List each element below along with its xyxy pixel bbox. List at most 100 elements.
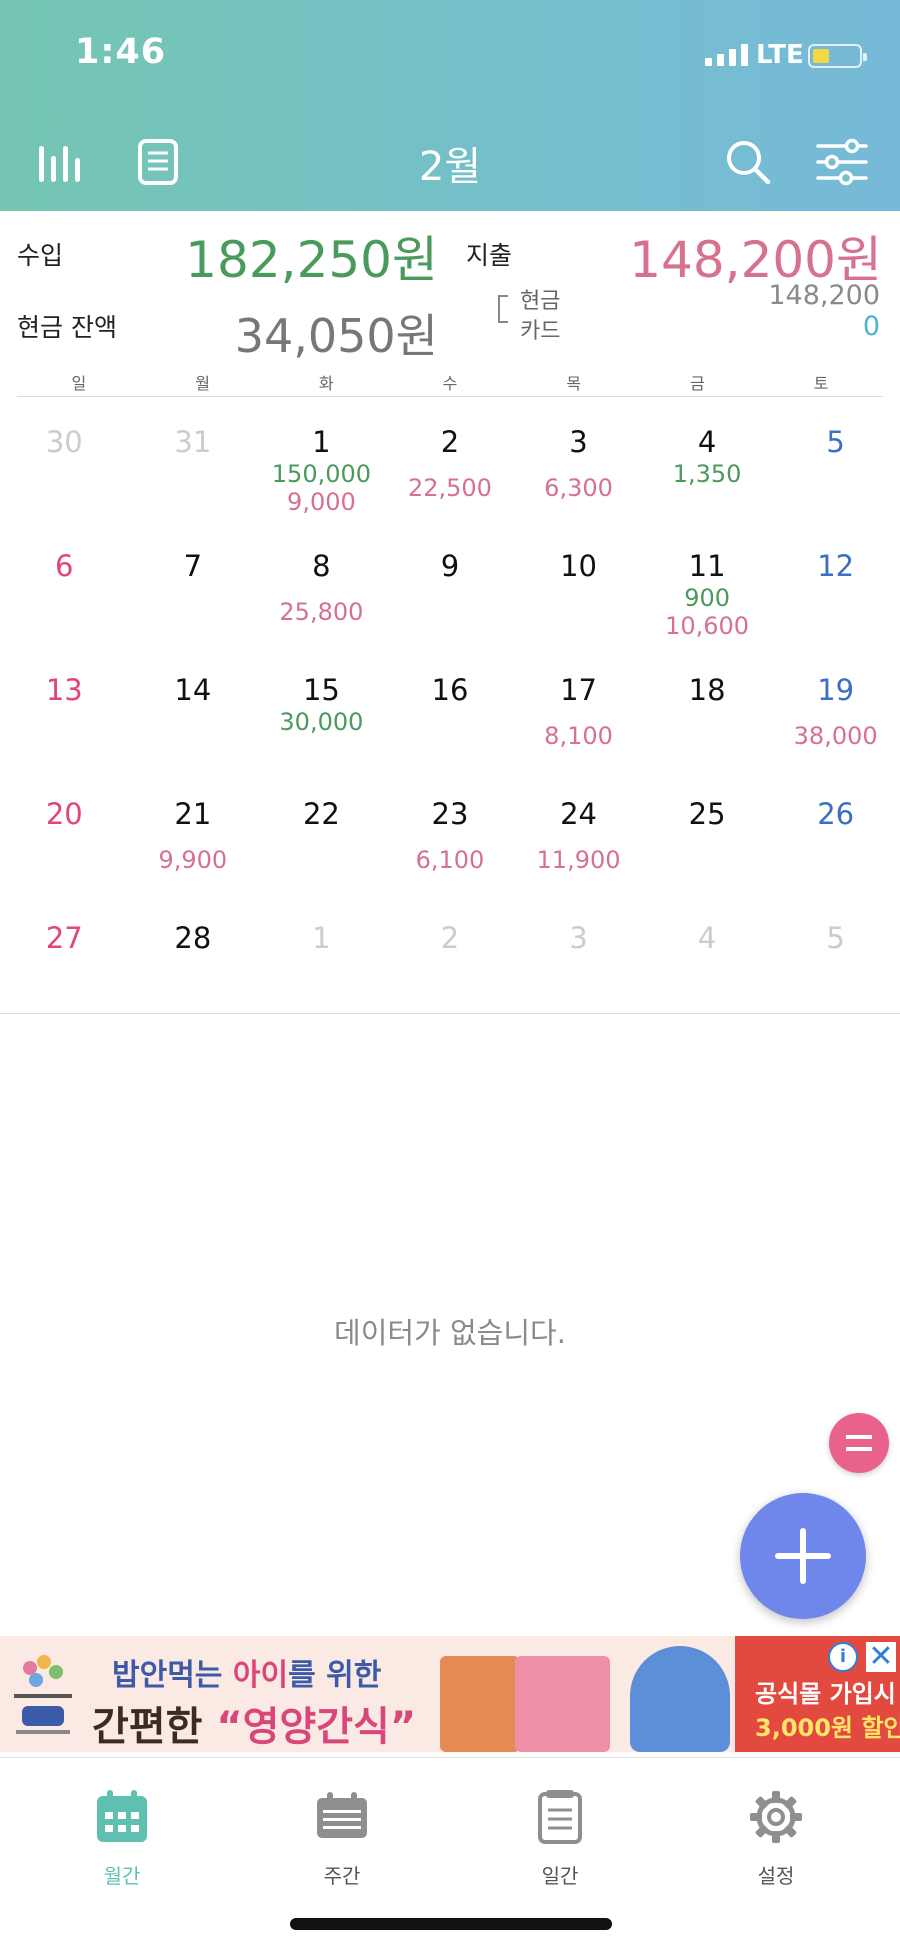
divider bbox=[17, 396, 883, 397]
day-number: 5 bbox=[826, 921, 845, 955]
calendar-day-cell[interactable]: 1 150,000 9,000 bbox=[257, 400, 386, 524]
calendar-week-row: 6 7 8 25,800 9 10 11 900 10,600 12 bbox=[0, 524, 900, 648]
day-number: 30 bbox=[45, 425, 83, 459]
calendar-day-cell[interactable]: 17 8,100 bbox=[514, 648, 643, 772]
network-label: LTE bbox=[756, 40, 804, 70]
calendar-day-cell[interactable]: 10 bbox=[514, 524, 643, 648]
day-expense: 38,000 bbox=[793, 722, 878, 750]
filter-button[interactable] bbox=[814, 134, 870, 190]
income-amount: 182,250원 bbox=[185, 231, 438, 289]
calendar-day-cell[interactable]: 7 bbox=[129, 524, 258, 648]
calendar-day-cell[interactable]: 9 bbox=[386, 524, 515, 648]
ad-banner[interactable]: 밥안먹는 아이를 위한 간편한 “영양간식” 공식몰 가입시 3,000원 할인… bbox=[0, 1636, 900, 1752]
day-number: 1 bbox=[312, 921, 331, 955]
calendar-grid: 30 31 1 150,000 9,000 2 22,500 3 6,300 4 1,350 5 6 7 8… bbox=[0, 400, 900, 1020]
equals-icon bbox=[846, 1435, 872, 1451]
brand-logo bbox=[14, 1655, 72, 1734]
tab-label: 설정 bbox=[757, 1864, 795, 1888]
day-number: 11 bbox=[688, 549, 726, 583]
tab-daily[interactable]: 일간 bbox=[500, 1788, 620, 1889]
calendar-day-cell[interactable]: 1 bbox=[257, 896, 386, 1020]
calendar-day-cell[interactable]: 18 bbox=[643, 648, 772, 772]
gear-icon bbox=[750, 1791, 802, 1843]
calendar-day-cell[interactable]: 15 30,000 bbox=[257, 648, 386, 772]
day-number: 2 bbox=[440, 921, 460, 955]
day-expense: 8,100 bbox=[544, 722, 613, 750]
calendar-day-cell[interactable]: 11 900 10,600 bbox=[643, 524, 772, 648]
day-number: 9 bbox=[440, 549, 460, 583]
calendar-day-cell[interactable]: 14 bbox=[129, 648, 258, 772]
tab-monthly[interactable]: 월간 bbox=[62, 1788, 182, 1889]
day-expense: 25,800 bbox=[279, 598, 364, 626]
character-image bbox=[630, 1646, 730, 1752]
sliders-icon bbox=[816, 138, 868, 186]
calendar-day-cell[interactable]: 25 bbox=[643, 772, 772, 896]
search-icon bbox=[727, 141, 771, 185]
cash-label: 현금 bbox=[520, 289, 561, 314]
calendar-day-cell[interactable]: 2 22,500 bbox=[386, 400, 515, 524]
battery-icon bbox=[808, 44, 867, 68]
calendar-day-cell[interactable]: 21 9,900 bbox=[129, 772, 258, 896]
card-label: 카드 bbox=[520, 319, 561, 344]
summary-toggle-button[interactable] bbox=[829, 1413, 889, 1473]
ad-text: 간편한 bbox=[92, 1704, 217, 1750]
search-button[interactable] bbox=[720, 134, 776, 190]
calendar-day-cell[interactable]: 4 bbox=[643, 896, 772, 1020]
day-number: 23 bbox=[431, 797, 469, 831]
calendar-day-cell[interactable]: 12 bbox=[771, 524, 900, 648]
day-number: 25 bbox=[688, 797, 726, 831]
empty-state-message: 데이터가 없습니다. bbox=[334, 1316, 566, 1350]
day-number: 3 bbox=[569, 921, 588, 955]
day-number: 5 bbox=[826, 425, 845, 459]
calendar-day-cell[interactable]: 16 bbox=[386, 648, 515, 772]
day-number: 27 bbox=[45, 921, 83, 955]
day-number: 19 bbox=[817, 673, 855, 707]
day-number: 10 bbox=[560, 549, 597, 583]
calendar-day-cell[interactable]: 24 11,900 bbox=[514, 772, 643, 896]
tab-weekly[interactable]: 주간 bbox=[282, 1788, 402, 1889]
divider bbox=[0, 1013, 900, 1014]
calendar-week-row: 20 21 9,900 22 23 6,100 24 11,900 25 26 bbox=[0, 772, 900, 896]
day-expense: 6,100 bbox=[415, 846, 485, 874]
calendar-day-cell[interactable]: 2 bbox=[386, 896, 515, 1020]
calendar-day-cell[interactable]: 6 bbox=[0, 524, 129, 648]
day-number: 20 bbox=[45, 797, 83, 831]
calendar-day-cell[interactable]: 19 38,000 bbox=[771, 648, 900, 772]
ad-close-icon[interactable]: ✕ bbox=[866, 1642, 896, 1672]
day-expense: 9,000 bbox=[287, 488, 356, 516]
day-income: 1,350 bbox=[672, 460, 742, 488]
calendar-day-cell[interactable]: 30 bbox=[0, 400, 129, 524]
weekday-label: 일 bbox=[71, 374, 87, 393]
calendar-day-cell[interactable]: 26 bbox=[771, 772, 900, 896]
product-image bbox=[440, 1656, 520, 1752]
calendar-week-row: 13 14 15 30,000 16 17 8,100 18 19 38,000 bbox=[0, 648, 900, 772]
calendar-day-cell[interactable]: 3 6,300 bbox=[514, 400, 643, 524]
header: 1:46 LTE 2월 bbox=[0, 0, 900, 211]
calendar-day-cell[interactable]: 28 bbox=[129, 896, 258, 1020]
calendar-day-cell[interactable]: 27 bbox=[0, 896, 129, 1020]
calendar-day-cell[interactable]: 4 1,350 bbox=[643, 400, 772, 524]
calendar-day-cell[interactable]: 20 bbox=[0, 772, 129, 896]
calendar-day-cell[interactable]: 8 25,800 bbox=[257, 524, 386, 648]
calendar-day-cell[interactable]: 22 bbox=[257, 772, 386, 896]
calendar-day-cell[interactable]: 5 bbox=[771, 896, 900, 1020]
calendar-grid-icon bbox=[97, 1790, 147, 1842]
calendar-day-cell[interactable]: 13 bbox=[0, 648, 129, 772]
cash-balance-amount: 34,050원 bbox=[234, 309, 438, 363]
day-number: 8 bbox=[312, 549, 331, 583]
day-number: 4 bbox=[697, 921, 717, 955]
tab-label: 월간 bbox=[103, 1864, 141, 1888]
income-label: 수입 bbox=[17, 241, 64, 270]
calendar-day-cell[interactable]: 23 6,100 bbox=[386, 772, 515, 896]
calendar-day-cell[interactable]: 3 bbox=[514, 896, 643, 1020]
day-number: 6 bbox=[55, 549, 74, 583]
tab-label: 주간 bbox=[323, 1864, 361, 1888]
calendar-day-cell[interactable]: 5 bbox=[771, 400, 900, 524]
ad-info-icon[interactable]: i bbox=[828, 1642, 858, 1672]
day-number: 13 bbox=[45, 673, 83, 707]
day-number: 17 bbox=[560, 673, 597, 707]
tab-settings[interactable]: 설정 bbox=[716, 1788, 836, 1889]
add-entry-button[interactable] bbox=[740, 1493, 866, 1619]
day-expense: 11,900 bbox=[536, 846, 621, 874]
calendar-day-cell[interactable]: 31 bbox=[129, 400, 258, 524]
